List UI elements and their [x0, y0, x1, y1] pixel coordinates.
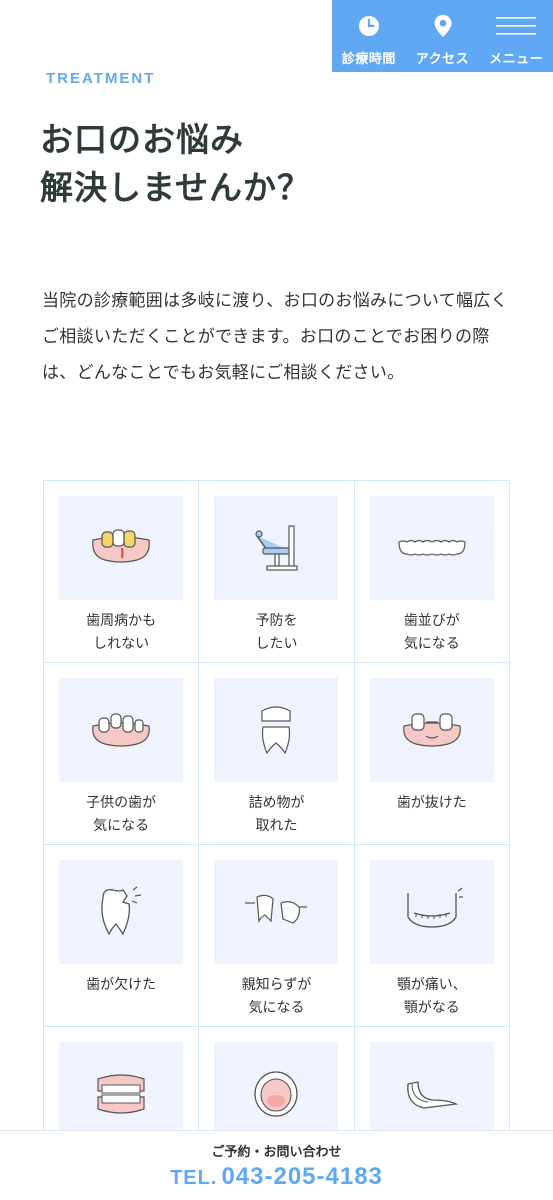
- chipped-tooth-icon: [59, 860, 183, 964]
- dental-chair-icon: [214, 496, 339, 600]
- crown-tooth-icon: [214, 678, 339, 782]
- treatment-label: 歯が欠けた: [86, 977, 157, 993]
- hamburger-icon: [496, 14, 537, 38]
- top-nav: 診療時間 アクセス メニュー: [332, 0, 553, 72]
- treatment-item-alignment[interactable]: 歯並びが 気になる: [354, 481, 510, 663]
- missing-tooth-icon: [369, 678, 494, 782]
- gum-disease-icon: [59, 496, 183, 600]
- lead-text: 当院の診療範囲は多岐に渡り、お口のお悩みについて幅広くご相談いただくことができま…: [42, 291, 508, 383]
- treatment-item-child-teeth[interactable]: 子供の歯が 気になる: [44, 663, 200, 845]
- map-pin-icon: [433, 14, 453, 38]
- contact-bar[interactable]: ご予約・お問い合わせ TEL. 043-205-4183: [0, 1130, 553, 1200]
- contact-label: ご予約・お問い合わせ: [211, 1145, 342, 1160]
- clock-icon: [357, 14, 381, 38]
- wisdom-tooth-icon: [214, 860, 339, 964]
- treatment-item-missing[interactable]: 歯が抜けた: [354, 663, 510, 845]
- aligned-teeth-icon: [369, 496, 494, 600]
- treatment-label: 歯並びが 気になる: [403, 613, 460, 652]
- title-line-1: お口のお悩み: [40, 120, 244, 159]
- title-line-2: 解決しませんか？: [40, 168, 312, 207]
- section-eyebrow: TREATMENT: [46, 70, 156, 87]
- treatment-grid: 歯周病かも しれない 予防を したい 歯並びが 気になる 子供の歯が 気になる …: [43, 480, 510, 1200]
- tel-prefix: TEL.: [170, 1167, 218, 1189]
- menu-button[interactable]: メニュー: [479, 0, 553, 72]
- treatment-item-filling[interactable]: 詰め物が 取れた: [199, 663, 355, 845]
- treatment-label: 親知らずが 気になる: [241, 977, 312, 1016]
- treatment-label: 顎が痛い、 顎がなる: [396, 977, 467, 1016]
- phone-number-link[interactable]: TEL. 043-205-4183: [0, 1163, 553, 1191]
- child-teeth-icon: [59, 678, 183, 782]
- treatment-label: 詰め物が 取れた: [248, 795, 305, 834]
- treatment-label: 歯が抜けた: [396, 795, 467, 811]
- treatment-item-prevention[interactable]: 予防を したい: [199, 481, 355, 663]
- treatment-item-gum-disease[interactable]: 歯周病かも しれない: [44, 481, 200, 663]
- hours-button[interactable]: 診療時間: [332, 0, 406, 72]
- access-button[interactable]: アクセス: [406, 0, 480, 72]
- treatment-item-wisdom-tooth[interactable]: 親知らずが 気になる: [199, 845, 355, 1027]
- hours-label: 診療時間: [341, 52, 396, 67]
- tel-number: 043-205-4183: [221, 1163, 383, 1190]
- access-label: アクセス: [415, 52, 470, 67]
- treatment-label: 歯周病かも しれない: [86, 613, 157, 652]
- treatment-item-jaw[interactable]: 顎が痛い、 顎がなる: [354, 845, 510, 1027]
- treatment-label: 子供の歯が 気になる: [86, 795, 157, 834]
- page-title: お口のお悩み 解決しませんか？: [40, 116, 311, 212]
- treatment-label: 予防を したい: [255, 613, 298, 652]
- treatment-item-chipped[interactable]: 歯が欠けた: [44, 845, 200, 1027]
- jaw-icon: [369, 860, 494, 964]
- menu-label: メニュー: [489, 52, 544, 67]
